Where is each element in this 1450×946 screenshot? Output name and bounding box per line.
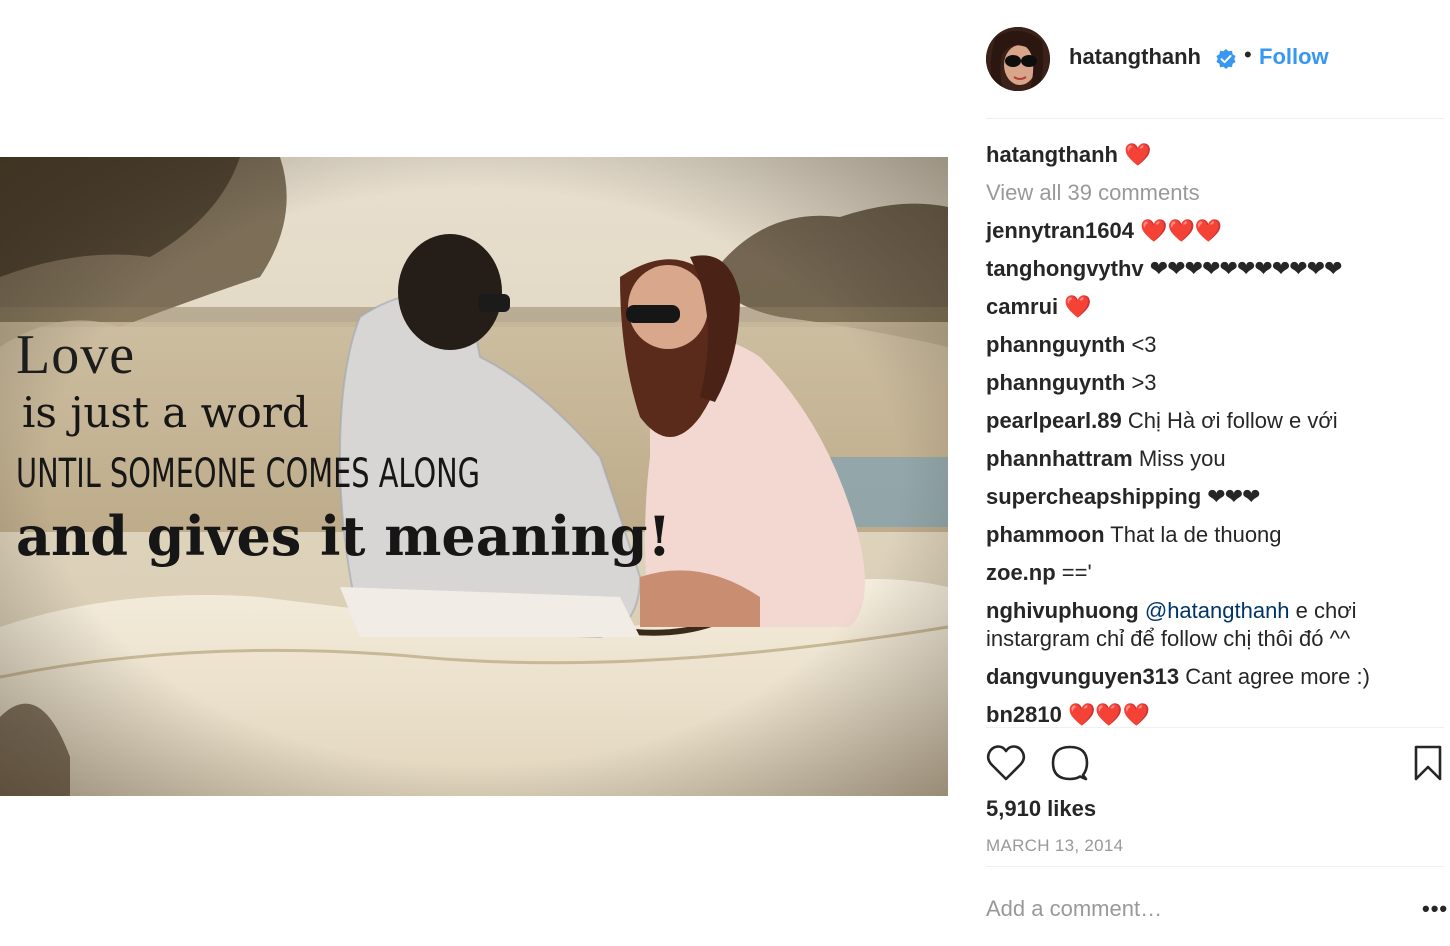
view-all-comments-link[interactable]: View all 39 comments	[986, 174, 1436, 212]
comment-text: =='	[1061, 560, 1092, 585]
more-options-button[interactable]: •••	[1422, 896, 1448, 922]
post-header: hatangthanh • Follow	[970, 22, 1444, 94]
avatar-photo-icon	[986, 27, 1050, 91]
comment-text: That la de thuong	[1110, 522, 1282, 547]
comment-item: bn2810 ❤️❤️❤️	[986, 696, 1436, 734]
comment-item: nghivuphuong @hatangthanh e chơi instarg…	[986, 592, 1436, 658]
comment-text: ❤️	[1064, 294, 1092, 319]
comment-text: >3	[1131, 370, 1157, 395]
comment-item: dangvunguyen313 Cant agree more :)	[986, 658, 1436, 696]
footer-divider	[986, 866, 1444, 867]
comment-username[interactable]: nghivuphuong	[986, 598, 1139, 623]
comment-text: ❤️❤️❤️	[1140, 218, 1223, 243]
caption: hatangthanh ❤️	[986, 136, 1436, 174]
comment-username[interactable]: zoe.np	[986, 560, 1056, 585]
comment-username[interactable]: phannhattram	[986, 446, 1133, 471]
comment-item: phannguynth <3	[986, 326, 1436, 364]
comment-text: ❤❤❤	[1207, 484, 1260, 509]
comment-bubble-icon[interactable]	[1050, 744, 1090, 782]
image-quote-text: Love is just a word UNTIL SOMEONE COMES …	[16, 327, 671, 567]
comment-text: ❤️❤️❤️	[1067, 702, 1151, 727]
comment-username[interactable]: bn2810	[986, 702, 1062, 727]
comment-item: supercheapshipping ❤❤❤	[986, 478, 1436, 516]
comment-text: Chị Hà ơi follow e với	[1127, 408, 1338, 433]
comment-item: zoe.np =='	[986, 554, 1436, 592]
quote-line-1: Love	[16, 324, 136, 386]
likes-count[interactable]: 5,910 likes	[986, 796, 1096, 822]
heart-outline-icon[interactable]	[986, 744, 1026, 782]
comments-list: hatangthanh ❤️ View all 39 comments jenn…	[986, 136, 1436, 734]
comments-divider	[986, 727, 1444, 728]
post-sidebar: hatangthanh • Follow hatangthanh ❤️ View…	[970, 0, 1447, 946]
post-image[interactable]: Love is just a word UNTIL SOMEONE COMES …	[0, 157, 948, 796]
comment-text: <3	[1131, 332, 1157, 357]
comment-item: phammoon That la de thuong	[986, 516, 1436, 554]
header-divider	[986, 118, 1444, 119]
comment-username[interactable]: phannguynth	[986, 332, 1125, 357]
header-username[interactable]: hatangthanh	[1069, 44, 1201, 70]
comment-username[interactable]: supercheapshipping	[986, 484, 1201, 509]
comment-item: phannhattram Miss you	[986, 440, 1436, 478]
comment-username[interactable]: phammoon	[986, 522, 1105, 547]
comment-item: pearlpearl.89 Chị Hà ơi follow e với	[986, 402, 1436, 440]
avatar[interactable]	[986, 27, 1050, 91]
post-date: MARCH 13, 2014	[986, 836, 1124, 855]
comment-username[interactable]: dangvunguyen313	[986, 664, 1179, 689]
comment-text: Miss you	[1138, 446, 1226, 471]
comment-username[interactable]: pearlpearl.89	[986, 408, 1122, 433]
comment-item: jennytran1604 ❤️❤️❤️	[986, 212, 1436, 250]
comment-text: ❤❤❤❤❤❤❤❤❤❤❤	[1149, 256, 1343, 281]
add-comment-input[interactable]	[986, 896, 1366, 922]
comment-item: camrui ❤️	[986, 288, 1436, 326]
caption-text: ❤️	[1124, 142, 1152, 167]
caption-username[interactable]: hatangthanh	[986, 142, 1118, 167]
quote-line-2: is just a word	[22, 388, 309, 437]
comment-item: tanghongvythv ❤❤❤❤❤❤❤❤❤❤❤	[986, 250, 1436, 288]
comment-username[interactable]: camrui	[986, 294, 1058, 319]
comment-text: Cant agree more :)	[1185, 664, 1370, 689]
post-actions	[986, 744, 1444, 784]
verified-badge-icon	[1216, 49, 1236, 69]
quote-line-4: and gives it meaning!	[16, 504, 672, 568]
comment-mention-link[interactable]: @hatangthanh	[1145, 598, 1290, 623]
comment-item: phannguynth >3	[986, 364, 1436, 402]
follow-button[interactable]: Follow	[1259, 44, 1329, 70]
quote-line-3: UNTIL SOMEONE COMES ALONG	[16, 451, 480, 497]
comment-username[interactable]: jennytran1604	[986, 218, 1134, 243]
header-separator: •	[1244, 42, 1252, 67]
bookmark-icon[interactable]	[1412, 744, 1444, 782]
comment-username[interactable]: tanghongvythv	[986, 256, 1144, 281]
comment-username[interactable]: phannguynth	[986, 370, 1125, 395]
